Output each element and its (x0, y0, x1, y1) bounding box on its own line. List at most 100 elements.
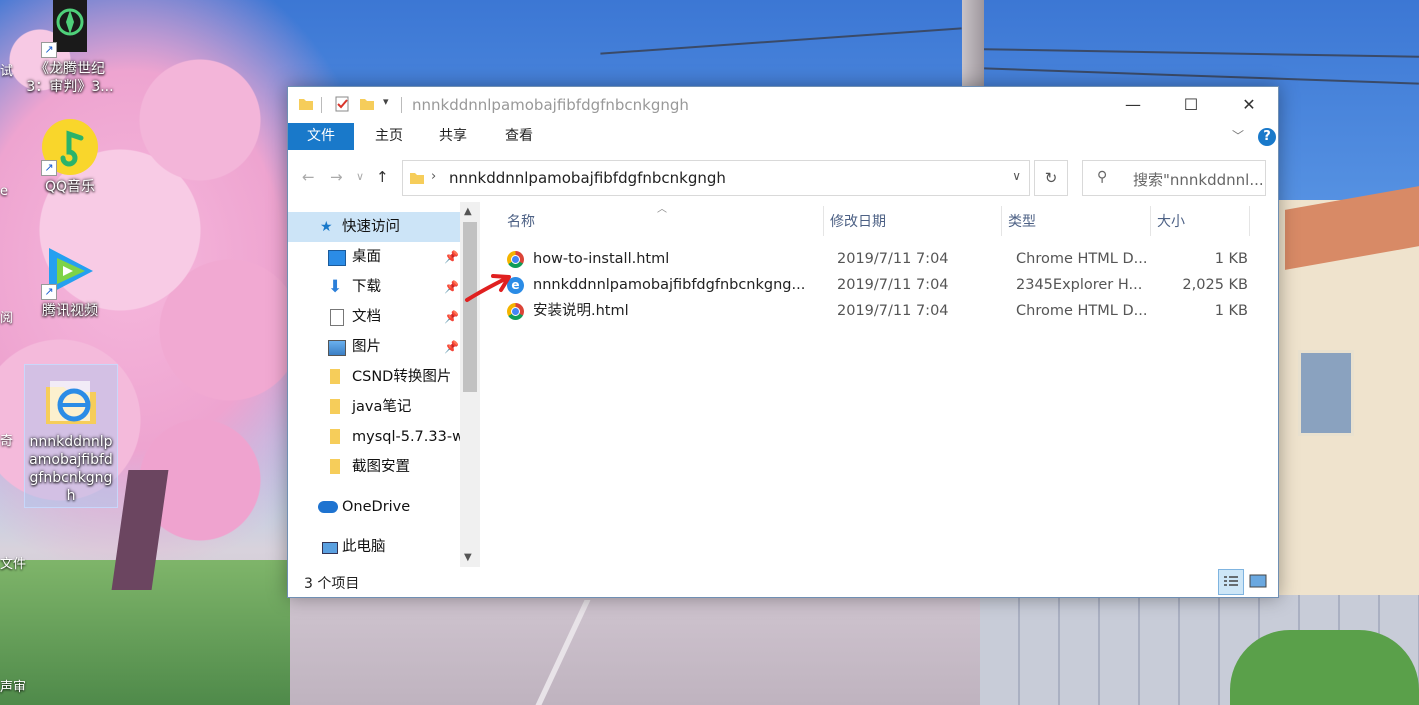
nav-item-downloads[interactable]: ⬇ 下载 📌 (288, 272, 460, 302)
file-name: 安装说明.html (533, 303, 629, 319)
column-header-type[interactable]: 类型 (1008, 210, 1036, 234)
nav-item-onedrive[interactable]: OneDrive (288, 492, 460, 522)
properties-icon[interactable] (334, 96, 350, 112)
navigation-pane: ★ 快速访问 桌面 📌 ⬇ 下载 📌 文档 📌 图片 📌 CSND转换图片 ja… (288, 202, 480, 567)
breadcrumb-chevron-icon[interactable]: › (431, 169, 436, 184)
ribbon-tabs: 文件 主页 共享 查看 ﹀ ? (288, 123, 1278, 151)
desktop-icon-label: nnnkddnnlpamobajfibfdgfnbcnkgngh (29, 434, 113, 504)
folder-icon (330, 399, 340, 414)
chevron-down-icon[interactable]: ﹀ (1232, 127, 1244, 144)
up-arrow-icon[interactable]: ↑ (376, 168, 389, 186)
desktop-icon-tencent-video[interactable]: ↗ 腾讯视频 (24, 242, 116, 320)
nav-item-pictures[interactable]: 图片 📌 (288, 332, 460, 362)
nav-item-label: 桌面 (352, 249, 381, 265)
column-header-date[interactable]: 修改日期 (830, 210, 886, 234)
column-separator[interactable] (1249, 206, 1250, 236)
folder-icon (330, 369, 340, 384)
desktop-icon-label: 腾讯视频 (42, 303, 98, 319)
scroll-down-icon[interactable]: ▼ (464, 552, 472, 563)
nav-scrollbar[interactable]: ▲ ▼ (460, 202, 480, 567)
nav-item-desktop[interactable]: 桌面 📌 (288, 242, 460, 272)
file-name: nnnkddnnlpamobajfibfdgfnbcnkgng... (533, 277, 806, 293)
desktop-icon-folder[interactable]: nnnkddnnlpamobajfibfdgfnbcnkgngh (24, 364, 118, 508)
desktop-icon-label: 《龙腾世纪3：审判》3... (26, 61, 114, 95)
desktop-icon (328, 250, 346, 266)
tab-share[interactable]: 共享 (424, 123, 482, 150)
title-bar[interactable]: ▾ nnnkddnnlpamobajfibfdgfnbcnkgngh — ☐ ✕ (288, 87, 1278, 123)
tab-view[interactable]: 查看 (488, 123, 550, 150)
column-separator[interactable] (1001, 206, 1002, 236)
search-icon: ⚲ (1097, 169, 1108, 185)
game-icon: ↗ (41, 0, 99, 58)
nav-item-folder[interactable]: CSND转换图片 (288, 362, 460, 392)
thumbnail-view-button[interactable] (1246, 569, 1270, 593)
desktop-edge-label: e (0, 184, 8, 199)
recent-chevron-icon[interactable]: ∨ (356, 170, 364, 183)
nav-item-label: java笔记 (352, 399, 412, 415)
nav-item-label: 文档 (352, 309, 381, 325)
desktop-icon-qqmusic[interactable]: ↗ QQ音乐 (24, 118, 116, 196)
pin-icon[interactable]: 📌 (444, 332, 459, 362)
chrome-icon (507, 303, 524, 320)
maximize-button[interactable]: ☐ (1162, 87, 1220, 123)
shortcut-arrow-icon: ↗ (41, 160, 57, 176)
file-list: ︿ 名称 修改日期 类型 大小 how-to-install.html 2019… (493, 202, 1278, 567)
customize-toolbar-icon[interactable]: ▾ (383, 95, 399, 111)
column-separator[interactable] (823, 206, 824, 236)
details-view-button[interactable] (1218, 569, 1244, 595)
new-folder-icon[interactable] (359, 96, 375, 112)
pin-icon[interactable]: 📌 (444, 242, 459, 272)
search-input[interactable]: 搜索"nnnkddnnl... (1133, 169, 1263, 190)
column-header-name[interactable]: 名称 (507, 210, 535, 234)
desktop-edge-label: 阅 (0, 311, 14, 326)
file-row[interactable]: 安装说明.html 2019/7/11 7:04 Chrome HTML D..… (503, 298, 1263, 324)
nav-item-folder[interactable]: mysql-5.7.33-w (288, 422, 464, 452)
folder-icon (330, 429, 340, 444)
explorer-window: ▾ nnnkddnnlpamobajfibfdgfnbcnkgngh — ☐ ✕… (287, 86, 1279, 598)
toolbar-separator (321, 97, 322, 113)
nav-item-documents[interactable]: 文档 📌 (288, 302, 460, 332)
nav-item-folder[interactable]: java笔记 (288, 392, 460, 422)
nav-item-label: CSND转换图片 (352, 369, 452, 385)
help-button[interactable]: ? (1258, 128, 1276, 146)
pin-icon[interactable]: 📌 (444, 272, 459, 302)
window-title: nnnkddnnlpamobajfibfdgfnbcnkgngh (412, 96, 689, 114)
desktop-icon-game[interactable]: ↗ 《龙腾世纪3：审判》3... (24, 0, 116, 96)
document-icon (330, 309, 344, 326)
cloud-icon (318, 501, 338, 513)
pin-icon[interactable]: 📌 (444, 302, 459, 332)
wallpaper-house-window (1298, 350, 1354, 436)
file-size: 1 KB (1214, 303, 1248, 319)
chevron-down-icon[interactable]: ∨ (1012, 169, 1021, 183)
music-icon: ↗ (41, 118, 99, 176)
scroll-up-icon[interactable]: ▲ (464, 206, 472, 217)
folder-icon (330, 459, 340, 474)
minimize-button[interactable]: — (1104, 87, 1162, 123)
refresh-button[interactable]: ↻ (1034, 160, 1068, 196)
scrollbar-thumb[interactable] (463, 222, 477, 392)
thumbnail-view-icon (1249, 574, 1267, 588)
wallpaper-wire (984, 48, 1419, 58)
search-box[interactable]: ⚲ 搜索"nnnkddnnl... (1082, 160, 1266, 196)
tab-home[interactable]: 主页 (360, 123, 418, 150)
annotation-arrow-icon (465, 274, 511, 302)
close-button[interactable]: ✕ (1220, 87, 1278, 123)
file-row[interactable]: how-to-install.html 2019/7/11 7:04 Chrom… (503, 246, 1263, 272)
column-header-size[interactable]: 大小 (1157, 210, 1185, 234)
file-row[interactable]: e nnnkddnnlpamobajfibfdgfnbcnkgng... 201… (503, 272, 1263, 298)
computer-icon (322, 542, 338, 554)
file-name: how-to-install.html (533, 251, 670, 267)
forward-arrow-icon[interactable]: → (330, 168, 343, 186)
nav-item-quick-access[interactable]: ★ 快速访问 (288, 212, 460, 242)
file-size: 2,025 KB (1182, 277, 1248, 293)
nav-item-folder[interactable]: 截图安置 (288, 452, 460, 482)
nav-item-label: 下载 (352, 279, 381, 295)
column-separator[interactable] (1150, 206, 1151, 236)
nav-item-this-pc[interactable]: 此电脑 (288, 532, 460, 562)
file-date: 2019/7/11 7:04 (837, 277, 949, 293)
address-bar[interactable]: › nnnkddnnlpamobajfibfdgfnbcnkgngh ∨ (402, 160, 1030, 196)
file-type: 2345Explorer H... (1016, 277, 1143, 293)
back-arrow-icon[interactable]: ← (302, 168, 315, 186)
tab-file[interactable]: 文件 (288, 123, 354, 150)
address-path[interactable]: nnnkddnnlpamobajfibfdgfnbcnkgngh (449, 169, 726, 187)
